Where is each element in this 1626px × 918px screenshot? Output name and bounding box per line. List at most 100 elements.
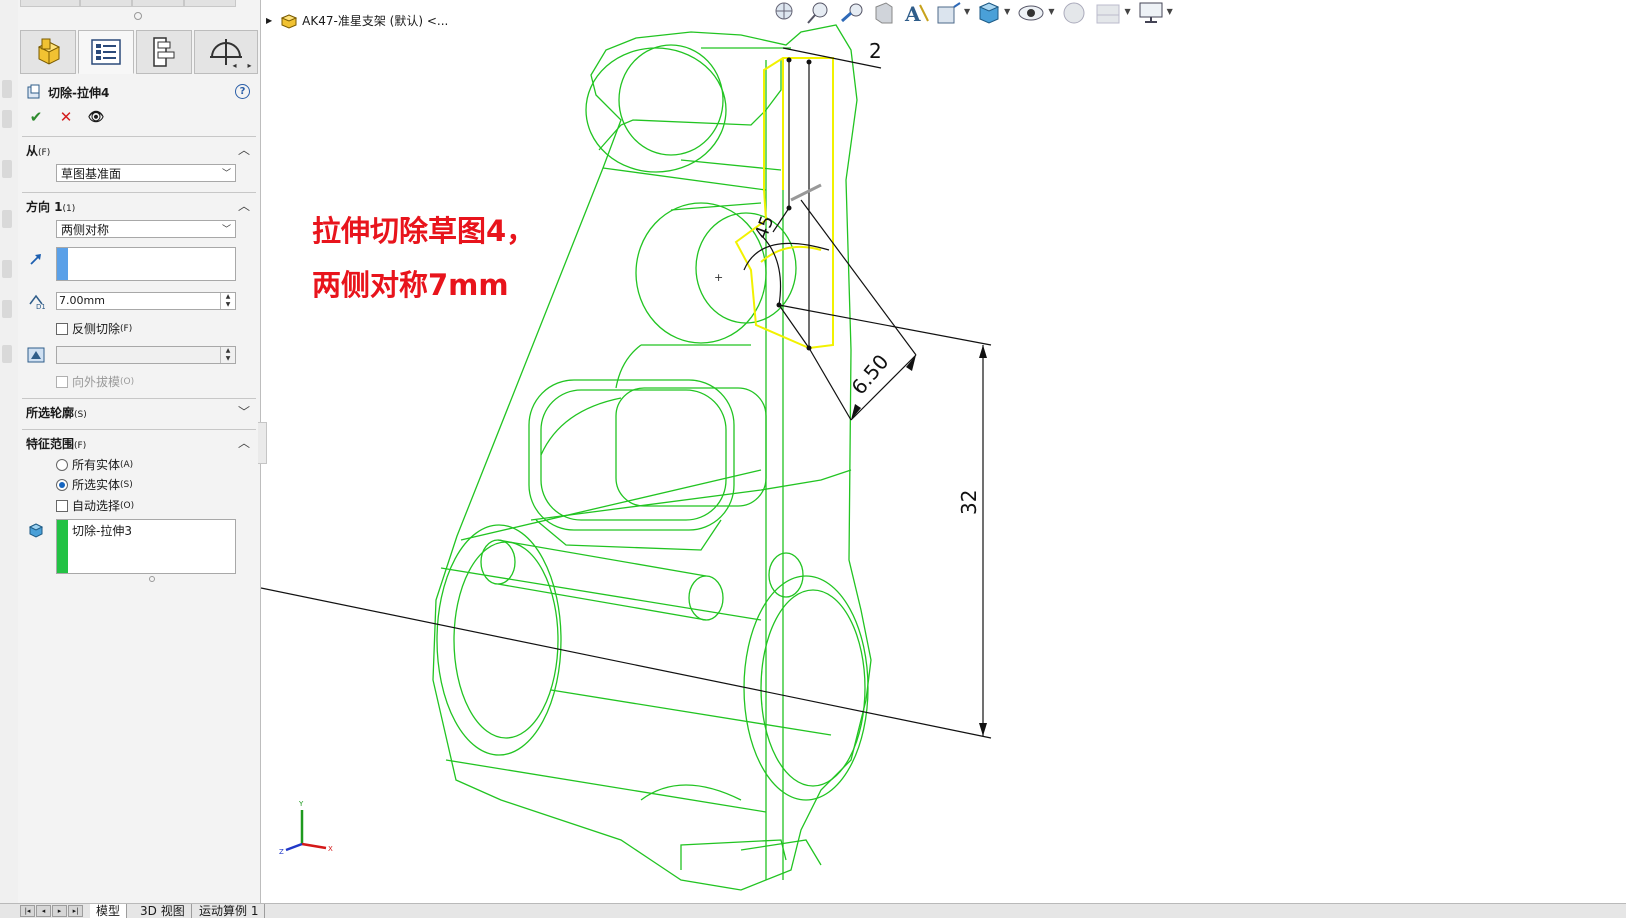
checkbox-hotkey: (F) — [120, 323, 133, 334]
radio-hotkey: (A) — [120, 459, 134, 470]
expand-icon[interactable]: ﹀ — [238, 403, 250, 420]
tab-feature-manager[interactable] — [20, 30, 76, 74]
draft-angle-input[interactable]: ▲ ▼ — [56, 346, 236, 364]
divider — [22, 136, 256, 137]
stepper-icon[interactable]: ▲ ▼ — [220, 347, 235, 363]
hide-show-icon[interactable]: ▼ — [1016, 1, 1054, 25]
strip-tool-icon[interactable] — [2, 210, 12, 228]
collapse-icon[interactable]: ︿ — [238, 434, 250, 451]
tab-model[interactable]: 模型 — [90, 904, 128, 918]
strip-tool-icon[interactable] — [2, 80, 12, 98]
draft-icon[interactable] — [26, 346, 46, 364]
reverse-direction-icon[interactable] — [26, 250, 46, 268]
dropdown-value: 两侧对称 — [61, 223, 110, 237]
dimension-angle[interactable]: 45 — [751, 213, 779, 242]
end-condition-dropdown[interactable]: 两侧对称 ﹀ — [56, 220, 236, 238]
view-settings-icon[interactable]: ▼ — [1137, 1, 1173, 25]
chevron-down-icon[interactable]: ▼ — [1124, 7, 1130, 16]
direction-selection-box[interactable] — [56, 247, 236, 281]
dimension-width[interactable]: 6.50 — [846, 350, 893, 400]
prev-tab-icon[interactable]: ◂ — [36, 905, 51, 917]
checkbox-box[interactable] — [56, 322, 68, 335]
feature-tree-flyout[interactable]: ▶ AK47-准星支架 (默认) <... — [266, 12, 448, 29]
cancel-button[interactable]: ✕ — [56, 108, 76, 126]
chevron-down-icon: ﹀ — [221, 225, 231, 235]
chevron-down-icon: ﹀ — [221, 169, 231, 179]
tab-dimxpert-manager[interactable]: ◂ ▸ — [194, 30, 258, 74]
selection-color-bar — [57, 520, 68, 573]
from-dropdown[interactable]: 草图基准面 ﹀ — [56, 164, 236, 182]
body-list-item[interactable]: 切除-拉伸3 — [72, 522, 132, 539]
ok-button[interactable]: ✔ — [26, 108, 46, 126]
divider — [22, 429, 256, 430]
strip-tool-icon[interactable] — [2, 345, 12, 363]
depth-value: 7.00mm — [59, 294, 105, 307]
svg-text:+: + — [714, 271, 723, 284]
appearance-icon[interactable] — [1060, 1, 1088, 25]
section-from-header[interactable]: 从(F) ︿ — [26, 142, 256, 160]
section-label: 从 — [26, 144, 39, 158]
section-scope-header[interactable]: 特征范围(F) ︿ — [26, 435, 256, 453]
expand-caret-icon[interactable]: ▶ — [266, 16, 272, 25]
chevron-down-icon[interactable]: ▼ — [1004, 7, 1010, 16]
scroll-right-icon[interactable]: ▸ — [242, 57, 257, 75]
previous-view-icon[interactable] — [838, 1, 866, 25]
flip-side-checkbox[interactable]: 反侧切除 (F) — [56, 320, 132, 337]
depth-input[interactable]: 7.00mm ▲ ▼ — [56, 292, 236, 310]
property-manager: ◂ ▸ 切除-拉伸4 ? ✔ ✕ 👁 从(F) ︿ 草图基准面 ﹀ 方向 1(1)… — [18, 0, 261, 903]
last-tab-icon[interactable]: ▸| — [68, 905, 83, 917]
dropdown-value: 草图基准面 — [61, 167, 122, 181]
dimension-top[interactable]: 2 — [869, 39, 882, 63]
scroll-left-icon[interactable]: ◂ — [227, 57, 242, 75]
selected-bodies-radio[interactable]: 所选实体 (S) — [56, 476, 133, 493]
panel-grip-icon[interactable] — [134, 12, 142, 20]
dynamic-annotation-icon[interactable]: A — [902, 1, 930, 25]
axis-x-label: X — [328, 845, 333, 853]
view-orientation-icon[interactable]: ▼ — [936, 1, 970, 25]
strip-tool-icon[interactable] — [2, 110, 12, 128]
section-hotkey: (1) — [62, 204, 76, 214]
next-tab-icon[interactable]: ▸ — [52, 905, 67, 917]
chevron-down-icon[interactable]: ▼ — [1048, 7, 1054, 16]
chevron-down-icon[interactable]: ▼ — [964, 7, 970, 16]
display-style-icon[interactable]: ▼ — [976, 1, 1010, 25]
graphics-area[interactable]: + 2 45 6.50 32 — [261, 0, 1626, 903]
section-direction1-header[interactable]: 方向 1(1) ︿ — [26, 198, 256, 216]
section-hotkey: (F) — [38, 148, 51, 158]
annotation-text: 拉伸切除草图4， 两侧对称7mm — [312, 204, 535, 312]
zoom-area-icon[interactable] — [804, 1, 832, 25]
tab-property-manager[interactable] — [78, 30, 134, 74]
auto-select-checkbox[interactable]: 自动选择 (O) — [56, 497, 134, 514]
section-contours-header[interactable]: 所选轮廓(S) ﹀ — [26, 404, 256, 422]
depth-icon: D1 — [26, 292, 46, 310]
tab-3d-view[interactable]: 3D 视图 — [134, 904, 192, 918]
preview-eye-icon[interactable]: 👁 — [86, 110, 106, 125]
zoom-to-fit-icon[interactable] — [770, 1, 798, 25]
section-view-icon[interactable] — [872, 1, 896, 25]
axis-z-label: Z — [279, 848, 284, 856]
section-hotkey: (F) — [74, 441, 87, 451]
help-icon[interactable]: ? — [235, 84, 250, 99]
strip-tool-icon[interactable] — [2, 300, 12, 318]
scene-icon[interactable]: ▼ — [1094, 1, 1131, 25]
chevron-down-icon[interactable]: ▼ — [1167, 7, 1173, 16]
radio-dot[interactable] — [56, 458, 68, 471]
strip-tool-icon[interactable] — [2, 260, 12, 278]
checkbox-box[interactable] — [56, 375, 68, 388]
part-icon — [37, 38, 61, 65]
resize-grip-icon[interactable] — [149, 576, 155, 582]
panel-top-tabs — [18, 0, 260, 8]
strip-tool-icon[interactable] — [2, 160, 12, 178]
all-bodies-radio[interactable]: 所有实体 (A) — [56, 456, 133, 473]
stepper-icon[interactable]: ▲ ▼ — [220, 293, 235, 309]
dimension-height[interactable]: 32 — [957, 490, 981, 515]
tab-motion-study[interactable]: 运动算例 1 — [193, 904, 266, 918]
checkbox-box[interactable] — [56, 499, 68, 512]
collapse-icon[interactable]: ︿ — [238, 197, 250, 214]
draft-outward-checkbox[interactable]: 向外拔模 (O) — [56, 373, 134, 390]
radio-dot[interactable] — [56, 478, 68, 491]
first-tab-icon[interactable]: |◂ — [20, 905, 35, 917]
bodies-selection-box[interactable]: 切除-拉伸3 — [56, 519, 236, 574]
tab-configuration-manager[interactable] — [136, 30, 192, 74]
collapse-icon[interactable]: ︿ — [238, 141, 250, 158]
